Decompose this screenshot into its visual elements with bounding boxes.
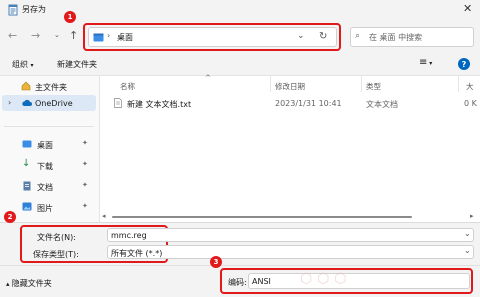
filename-label: 文件名(N): <box>37 233 76 242</box>
file-size: 0 K <box>464 99 477 108</box>
encoding-label: 编码: <box>228 278 247 287</box>
help-icon[interactable]: ? <box>458 58 470 70</box>
column-type[interactable]: 类型 <box>366 81 381 92</box>
sidebar-quick-label: 桌面 <box>37 141 53 150</box>
pin-icon: ✦ <box>82 139 88 147</box>
sidebar-item-downloads[interactable]: ↓ 下载 ✦ <box>0 157 100 173</box>
cloud-icon <box>21 99 32 109</box>
view-options-icon[interactable]: ≡ ▾ <box>419 57 432 68</box>
scrollbar-thumb[interactable] <box>112 216 412 218</box>
sidebar-item-home[interactable]: 主文件夹 <box>0 78 100 94</box>
organize-label: 组织 <box>12 60 28 69</box>
file-name: 新建 文本文档.txt <box>127 100 192 109</box>
breadcrumb-desktop[interactable]: 桌面 <box>117 32 133 43</box>
sidebar-item-pictures[interactable]: 图片 ✦ <box>0 199 100 215</box>
sidebar-quick-label: 文档 <box>37 183 53 192</box>
file-modified: 2023/1/31 10:41 <box>275 99 342 108</box>
notepad-icon <box>8 4 18 18</box>
scroll-right-icon[interactable]: ▸ <box>470 212 474 220</box>
desktop-folder-icon <box>93 33 104 44</box>
search-box[interactable]: ⌕ 在 桌面 中搜索 <box>350 27 474 47</box>
annotation-badge-3: 3 <box>210 256 222 268</box>
home-icon <box>21 81 31 93</box>
navigation-pane: 主文件夹 › OneDrive 桌面 ✦ ↓ 下载 ✦ 文档 ✦ 图片 ✦ <box>0 76 100 222</box>
filetype-dropdown-icon[interactable]: ⌄ <box>464 246 471 255</box>
file-list-header: 名称 修改日期 类型 大 <box>100 81 480 93</box>
document-icon <box>23 181 31 193</box>
file-list: ^ 名称 修改日期 类型 大 新建 文本文档.txt 2023/1/31 10:… <box>100 74 480 222</box>
breadcrumb-chevron-icon: › <box>107 31 111 40</box>
horizontal-scrollbar[interactable]: ◂ ▸ <box>100 212 480 222</box>
sidebar-quick-label: 图片 <box>37 204 53 213</box>
sidebar-item-onedrive[interactable]: › OneDrive <box>2 95 96 111</box>
search-icon: ⌕ <box>355 31 361 41</box>
expand-chevron-icon[interactable]: › <box>8 98 11 107</box>
column-name[interactable]: 名称 <box>120 81 135 92</box>
column-modified[interactable]: 修改日期 <box>275 81 305 92</box>
close-icon[interactable]: ✕ <box>463 2 472 15</box>
command-bar: 组织 ▾ 新建文件夹 ≡ ▾ ? <box>0 54 480 76</box>
annotation-badge-1: 1 <box>64 11 76 23</box>
filetype-label: 保存类型(T): <box>33 250 79 259</box>
annotation-badge-2: 2 <box>4 211 16 223</box>
filetype-select[interactable]: 所有文件 (*.*) ⌄ <box>107 245 474 259</box>
address-dropdown-icon[interactable]: ⌄ <box>297 31 305 41</box>
filetype-value: 所有文件 (*.*) <box>111 249 163 258</box>
sidebar-item-documents[interactable]: 文档 ✦ <box>0 178 100 194</box>
text-file-icon <box>114 98 122 110</box>
hide-folders-label: 隐藏文件夹 <box>11 279 52 288</box>
sidebar-home-label: 主文件夹 <box>35 83 67 92</box>
encoding-select[interactable]: ANSI <box>248 273 470 289</box>
filename-input[interactable]: mmc.reg ⌄ <box>107 228 474 242</box>
pin-icon: ✦ <box>82 181 88 189</box>
pin-icon: ✦ <box>82 202 88 210</box>
watermark-logo: ⬡ ⬡ ⬡ <box>300 271 347 287</box>
column-divider <box>361 76 362 92</box>
up-icon[interactable]: ↑ <box>69 29 78 42</box>
organize-dropdown-icon: ▾ <box>30 62 34 69</box>
filename-value: mmc.reg <box>111 231 147 240</box>
hide-folders-toggle[interactable]: ▴ 隐藏文件夹 <box>6 278 52 289</box>
pin-icon: ✦ <box>82 160 88 168</box>
new-folder-button[interactable]: 新建文件夹 <box>57 59 97 70</box>
sidebar-quick-label: 下载 <box>37 162 53 171</box>
recent-dropdown-icon[interactable]: ⌄ <box>54 31 60 39</box>
column-divider <box>458 76 459 92</box>
scroll-left-icon[interactable]: ◂ <box>102 212 106 220</box>
column-divider <box>270 76 271 92</box>
encoding-value: ANSI <box>252 277 271 286</box>
sidebar-item-desktop[interactable]: 桌面 ✦ <box>0 136 100 152</box>
back-icon[interactable]: ← <box>8 29 17 42</box>
sidebar-onedrive-label: OneDrive <box>35 99 73 108</box>
organize-button[interactable]: 组织 ▾ <box>12 59 34 70</box>
forward-icon[interactable]: → <box>31 29 40 42</box>
save-form: 2 文件名(N): mmc.reg ⌄ 保存类型(T): 所有文件 (*.*) … <box>0 211 480 297</box>
download-icon: ↓ <box>22 158 31 169</box>
desktop-icon <box>22 140 32 150</box>
sidebar-separator <box>4 126 94 127</box>
navigation-bar: ← → ⌄ ↑ › 桌面 ⌄ ↻ 1 ⌕ 在 桌面 中搜索 <box>0 11 480 54</box>
form-divider <box>0 265 480 266</box>
address-bar[interactable]: › 桌面 ⌄ ↻ <box>88 27 337 47</box>
column-size[interactable]: 大 <box>466 81 474 92</box>
filename-dropdown-icon[interactable]: ⌄ <box>464 229 471 238</box>
refresh-icon[interactable]: ↻ <box>319 31 327 42</box>
picture-icon <box>22 202 32 213</box>
table-row[interactable]: 新建 文本文档.txt 2023/1/31 10:41 文本文档 0 K <box>100 95 480 111</box>
search-placeholder: 在 桌面 中搜索 <box>369 33 423 42</box>
file-type: 文本文档 <box>366 100 398 109</box>
window-title: 另存为 <box>22 5 46 14</box>
